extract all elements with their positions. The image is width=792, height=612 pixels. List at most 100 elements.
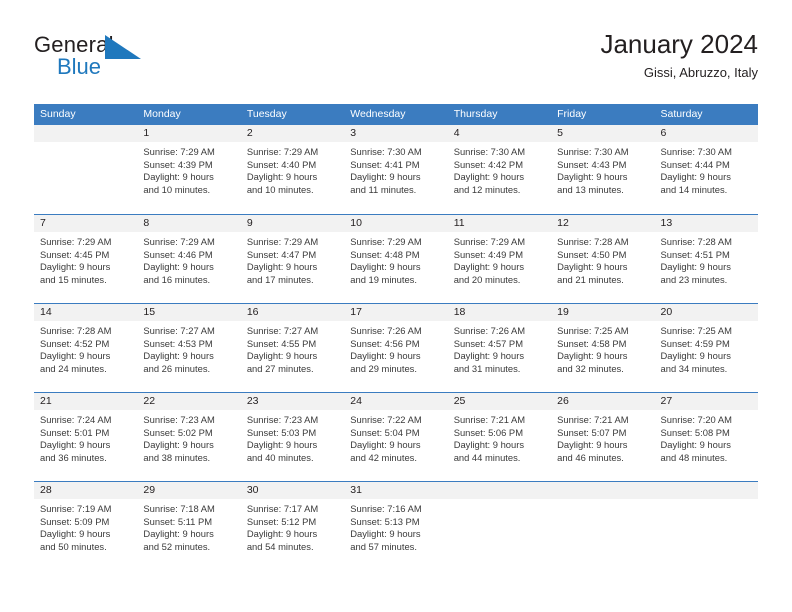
day-number: 9 bbox=[240, 215, 345, 232]
calendar-day-cell[interactable]: 3 Sunrise: 7:30 AM Sunset: 4:41 PM Dayli… bbox=[344, 125, 448, 214]
day-number: 18 bbox=[447, 304, 552, 321]
calendar-day-cell[interactable]: 26 Sunrise: 7:21 AM Sunset: 5:07 PM Dayl… bbox=[551, 393, 655, 481]
day-number: 21 bbox=[34, 393, 138, 410]
daylight-text-line1: Daylight: 9 hours bbox=[660, 350, 731, 362]
daylight-text-line2: and 34 minutes. bbox=[660, 362, 728, 374]
day-number: 23 bbox=[240, 393, 345, 410]
calendar-day-cell[interactable]: 5 Sunrise: 7:30 AM Sunset: 4:43 PM Dayli… bbox=[551, 125, 655, 214]
day-details: Sunrise: 7:29 AM Sunset: 4:47 PM Dayligh… bbox=[241, 232, 344, 286]
calendar-day-cell[interactable]: 24 Sunrise: 7:22 AM Sunset: 5:04 PM Dayl… bbox=[344, 393, 448, 481]
sunset-text: Sunset: 5:07 PM bbox=[557, 426, 627, 438]
calendar-day-cell[interactable]: 19 Sunrise: 7:25 AM Sunset: 4:58 PM Dayl… bbox=[551, 304, 655, 392]
daylight-text-line1: Daylight: 9 hours bbox=[453, 171, 525, 183]
calendar-day-cell[interactable]: 17 Sunrise: 7:26 AM Sunset: 4:56 PM Dayl… bbox=[344, 304, 448, 392]
sunset-text: Sunset: 5:03 PM bbox=[246, 426, 317, 438]
calendar-day-cell[interactable]: 2 Sunrise: 7:29 AM Sunset: 4:40 PM Dayli… bbox=[240, 125, 345, 214]
day-details: Sunrise: 7:23 AM Sunset: 5:02 PM Dayligh… bbox=[137, 410, 240, 464]
sunrise-text: Sunrise: 7:23 AM bbox=[246, 414, 319, 425]
daylight-text-line2: and 14 minutes. bbox=[660, 183, 728, 195]
calendar-day-cell[interactable]: 29 Sunrise: 7:18 AM Sunset: 5:11 PM Dayl… bbox=[137, 482, 241, 570]
sunset-text: Sunset: 4:43 PM bbox=[557, 158, 627, 170]
daylight-text-line1: Daylight: 9 hours bbox=[246, 261, 318, 273]
calendar-day-cell[interactable]: 30 Sunrise: 7:17 AM Sunset: 5:12 PM Dayl… bbox=[240, 482, 345, 570]
day-number bbox=[447, 482, 552, 499]
page-header: General Blue January 2024 Gissi, Abruzzo… bbox=[34, 28, 758, 94]
day-number: 7 bbox=[34, 215, 138, 232]
sunset-text: Sunset: 4:39 PM bbox=[143, 158, 213, 170]
calendar-day-cell[interactable]: 12 Sunrise: 7:28 AM Sunset: 4:50 PM Dayl… bbox=[551, 215, 655, 303]
page-title: January 2024 bbox=[600, 29, 758, 59]
brand-logo[interactable]: General Blue bbox=[34, 32, 234, 88]
sunset-text: Sunset: 5:11 PM bbox=[143, 515, 213, 527]
sunrise-text: Sunrise: 7:25 AM bbox=[557, 325, 629, 336]
daylight-text-line2: and 27 minutes. bbox=[246, 362, 314, 374]
calendar-day-cell[interactable]: 27 Sunrise: 7:20 AM Sunset: 5:08 PM Dayl… bbox=[654, 393, 758, 481]
sunrise-text: Sunrise: 7:29 AM bbox=[453, 236, 526, 247]
calendar-day-cell[interactable]: 1 Sunrise: 7:29 AM Sunset: 4:39 PM Dayli… bbox=[137, 125, 241, 214]
brand-name-bottom: Blue bbox=[57, 54, 102, 79]
daylight-text-line2: and 38 minutes. bbox=[143, 451, 211, 463]
calendar-week-row: 7 Sunrise: 7:29 AM Sunset: 4:45 PM Dayli… bbox=[34, 214, 758, 303]
calendar-day-cell[interactable]: 11 Sunrise: 7:29 AM Sunset: 4:49 PM Dayl… bbox=[447, 215, 552, 303]
sunset-text: Sunset: 5:13 PM bbox=[350, 515, 420, 527]
day-details: Sunrise: 7:23 AM Sunset: 5:03 PM Dayligh… bbox=[241, 410, 344, 464]
calendar-day-cell[interactable]: 4 Sunrise: 7:30 AM Sunset: 4:42 PM Dayli… bbox=[447, 125, 552, 214]
daylight-text-line1: Daylight: 9 hours bbox=[143, 171, 214, 183]
calendar-day-cell[interactable]: 14 Sunrise: 7:28 AM Sunset: 4:52 PM Dayl… bbox=[34, 304, 138, 392]
calendar-day-cell[interactable]: 25 Sunrise: 7:21 AM Sunset: 5:06 PM Dayl… bbox=[447, 393, 552, 481]
day-number: 31 bbox=[344, 482, 448, 499]
daylight-text-line2: and 44 minutes. bbox=[453, 451, 521, 463]
daylight-text-line1: Daylight: 9 hours bbox=[143, 350, 214, 362]
day-number: 22 bbox=[137, 393, 241, 410]
day-details bbox=[551, 499, 654, 503]
day-number: 10 bbox=[344, 215, 448, 232]
daylight-text-line1: Daylight: 9 hours bbox=[246, 350, 318, 362]
calendar-day-cell[interactable]: 8 Sunrise: 7:29 AM Sunset: 4:46 PM Dayli… bbox=[137, 215, 241, 303]
sunrise-text: Sunrise: 7:19 AM bbox=[40, 503, 112, 514]
sunset-text: Sunset: 5:02 PM bbox=[143, 426, 213, 438]
daylight-text-line2: and 57 minutes. bbox=[350, 540, 417, 552]
calendar-day-cell[interactable]: 16 Sunrise: 7:27 AM Sunset: 4:55 PM Dayl… bbox=[240, 304, 345, 392]
sunset-text: Sunset: 4:52 PM bbox=[40, 337, 110, 349]
sunset-text: Sunset: 4:58 PM bbox=[557, 337, 627, 349]
calendar-day-cell[interactable]: 10 Sunrise: 7:29 AM Sunset: 4:48 PM Dayl… bbox=[344, 215, 448, 303]
sunrise-text: Sunrise: 7:29 AM bbox=[143, 146, 215, 157]
day-details: Sunrise: 7:29 AM Sunset: 4:45 PM Dayligh… bbox=[34, 232, 137, 286]
daylight-text-line1: Daylight: 9 hours bbox=[246, 439, 318, 451]
day-details: Sunrise: 7:28 AM Sunset: 4:50 PM Dayligh… bbox=[551, 232, 654, 286]
daylight-text-line2: and 31 minutes. bbox=[453, 362, 521, 374]
calendar-day-cell[interactable]: 31 Sunrise: 7:16 AM Sunset: 5:13 PM Dayl… bbox=[344, 482, 448, 570]
day-details: Sunrise: 7:22 AM Sunset: 5:04 PM Dayligh… bbox=[344, 410, 447, 464]
calendar-day-cell[interactable]: 28 Sunrise: 7:19 AM Sunset: 5:09 PM Dayl… bbox=[34, 482, 138, 570]
sunrise-text: Sunrise: 7:17 AM bbox=[246, 503, 319, 514]
sunset-text: Sunset: 4:46 PM bbox=[143, 248, 213, 260]
daylight-text-line2: and 11 minutes. bbox=[350, 183, 417, 195]
calendar-day-cell[interactable]: 18 Sunrise: 7:26 AM Sunset: 4:57 PM Dayl… bbox=[447, 304, 552, 392]
calendar-day-cell[interactable]: 22 Sunrise: 7:23 AM Sunset: 5:02 PM Dayl… bbox=[137, 393, 241, 481]
day-details: Sunrise: 7:30 AM Sunset: 4:42 PM Dayligh… bbox=[448, 142, 551, 196]
daylight-text-line2: and 10 minutes. bbox=[143, 183, 211, 195]
day-number: 26 bbox=[551, 393, 655, 410]
day-details: Sunrise: 7:24 AM Sunset: 5:01 PM Dayligh… bbox=[34, 410, 137, 464]
calendar-week-row: 28 Sunrise: 7:19 AM Sunset: 5:09 PM Dayl… bbox=[34, 481, 758, 570]
sunrise-text: Sunrise: 7:20 AM bbox=[660, 414, 732, 425]
day-details: Sunrise: 7:30 AM Sunset: 4:43 PM Dayligh… bbox=[551, 142, 654, 196]
calendar-day-cell[interactable]: 7 Sunrise: 7:29 AM Sunset: 4:45 PM Dayli… bbox=[34, 215, 138, 303]
day-number: 12 bbox=[551, 215, 655, 232]
calendar-day-cell[interactable]: 6 Sunrise: 7:30 AM Sunset: 4:44 PM Dayli… bbox=[654, 125, 758, 214]
day-number: 13 bbox=[654, 215, 758, 232]
calendar-day-cell[interactable]: 20 Sunrise: 7:25 AM Sunset: 4:59 PM Dayl… bbox=[654, 304, 758, 392]
daylight-text-line1: Daylight: 9 hours bbox=[660, 171, 731, 183]
day-details bbox=[448, 499, 551, 503]
sunrise-text: Sunrise: 7:29 AM bbox=[143, 236, 215, 247]
calendar-day-cell[interactable]: 15 Sunrise: 7:27 AM Sunset: 4:53 PM Dayl… bbox=[137, 304, 241, 392]
calendar-day-cell[interactable]: 13 Sunrise: 7:28 AM Sunset: 4:51 PM Dayl… bbox=[654, 215, 758, 303]
day-number: 29 bbox=[137, 482, 241, 499]
day-number: 16 bbox=[240, 304, 345, 321]
daylight-text-line1: Daylight: 9 hours bbox=[143, 439, 214, 451]
daylight-text-line1: Daylight: 9 hours bbox=[40, 439, 111, 451]
calendar-day-cell[interactable]: 9 Sunrise: 7:29 AM Sunset: 4:47 PM Dayli… bbox=[240, 215, 345, 303]
calendar-day-cell[interactable]: 23 Sunrise: 7:23 AM Sunset: 5:03 PM Dayl… bbox=[240, 393, 345, 481]
day-details: Sunrise: 7:28 AM Sunset: 4:51 PM Dayligh… bbox=[655, 232, 758, 286]
calendar-day-cell[interactable]: 21 Sunrise: 7:24 AM Sunset: 5:01 PM Dayl… bbox=[34, 393, 138, 481]
